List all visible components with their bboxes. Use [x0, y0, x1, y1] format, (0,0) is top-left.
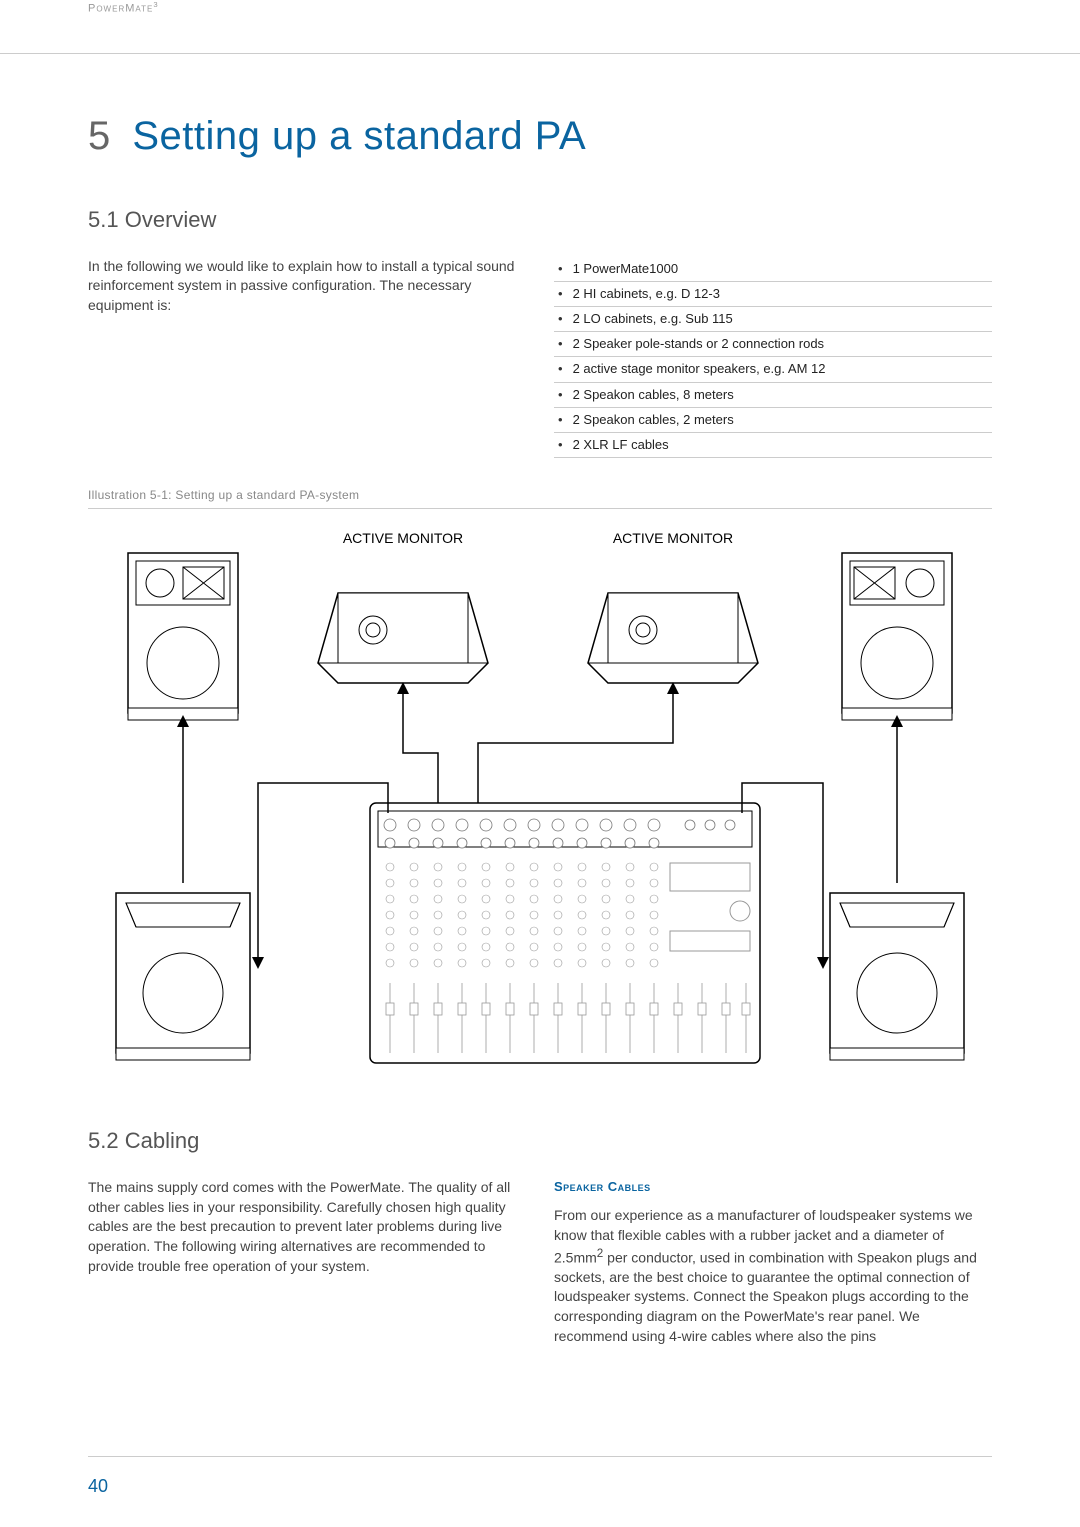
list-item: 2 Speakon cables, 8 meters	[554, 383, 992, 408]
section-cabling-heading: 5.2 Cabling	[88, 1128, 992, 1154]
overview-intro-col: In the following we would like to explai…	[88, 257, 526, 459]
equipment-list: 1 PowerMate1000 2 HI cabinets, e.g. D 12…	[554, 257, 992, 459]
speaker-cables-body: From our experience as a manufacturer of…	[554, 1206, 992, 1346]
chapter-number: 5	[88, 114, 111, 158]
list-item: 2 LO cabinets, e.g. Sub 115	[554, 307, 992, 332]
lo-cabinet-left-icon	[116, 893, 250, 1060]
mixer-icon	[370, 803, 760, 1063]
section-overview-title: Overview	[125, 207, 217, 232]
monitor-right-label: ACTIVE MONITOR	[613, 530, 733, 546]
list-item: 2 Speaker pole-stands or 2 connection ro…	[554, 332, 992, 357]
overview-intro: In the following we would like to explai…	[88, 257, 526, 316]
active-monitor-right-icon	[588, 593, 758, 683]
content-area: 5 Setting up a standard PA 5.1 Overview …	[0, 54, 1080, 1355]
product-sup: 3	[153, 0, 158, 9]
section-cabling-number: 5.2	[88, 1128, 119, 1153]
bottom-rule	[88, 1456, 992, 1457]
hi-cabinet-left-icon	[128, 553, 238, 720]
overview-columns: In the following we would like to explai…	[88, 257, 992, 459]
list-item: 2 HI cabinets, e.g. D 12-3	[554, 282, 992, 307]
section-cabling-title: Cabling	[125, 1128, 200, 1153]
overview-equipment-col: 1 PowerMate1000 2 HI cabinets, e.g. D 12…	[554, 257, 992, 459]
active-monitor-left-icon	[318, 593, 488, 683]
illustration-caption: Illustration 5-1: Setting up a standard …	[88, 488, 992, 509]
cabling-intro: The mains supply cord comes with the Pow…	[88, 1178, 526, 1276]
speaker-cables-heading: Speaker Cables	[554, 1178, 992, 1196]
chapter-title: Setting up a standard PA	[132, 114, 586, 158]
running-header: PowerMate3	[0, 0, 1080, 21]
list-item: 2 XLR LF cables	[554, 433, 992, 458]
monitor-left-label: ACTIVE MONITOR	[343, 530, 463, 546]
section-overview-heading: 5.1 Overview	[88, 207, 992, 233]
pa-system-diagram: ACTIVE MONITOR ACTIVE MONITOR	[88, 523, 992, 1093]
cabling-intro-col: The mains supply cord comes with the Pow…	[88, 1178, 526, 1354]
list-item: 1 PowerMate1000	[554, 257, 992, 282]
product-name: PowerMate	[88, 3, 153, 15]
cabling-speaker-col: Speaker Cables From our experience as a …	[554, 1178, 992, 1354]
section-overview-number: 5.1	[88, 207, 119, 232]
page-number: 40	[88, 1476, 108, 1497]
chapter-heading: 5 Setting up a standard PA	[88, 114, 992, 159]
cabling-columns: The mains supply cord comes with the Pow…	[88, 1178, 992, 1354]
list-item: 2 Speakon cables, 2 meters	[554, 408, 992, 433]
lo-cabinet-right-icon	[830, 893, 964, 1060]
list-item: 2 active stage monitor speakers, e.g. AM…	[554, 357, 992, 382]
speaker-cables-body-post: per conductor, used in combination with …	[554, 1249, 977, 1343]
hi-cabinet-right-icon	[842, 553, 952, 720]
page: PowerMate3 5 Setting up a standard PA 5.…	[0, 0, 1080, 1354]
